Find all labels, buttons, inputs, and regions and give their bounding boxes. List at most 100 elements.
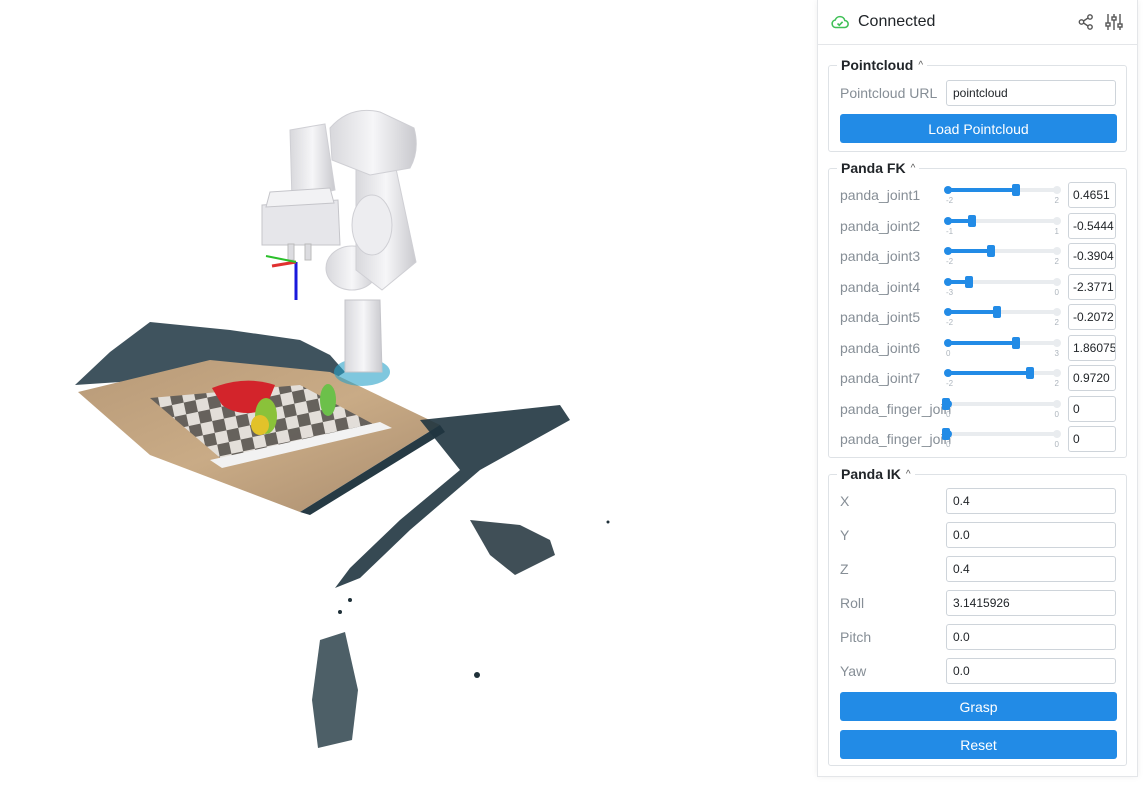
slider-end-dot bbox=[1053, 338, 1061, 347]
slider-start-dot bbox=[944, 338, 952, 347]
slider-min-mark: -2 bbox=[946, 196, 954, 205]
slider-max-mark: 0 bbox=[1054, 409, 1059, 419]
3d-viewport[interactable] bbox=[0, 0, 815, 797]
fk-joint-value-input[interactable]: -0.5444 bbox=[1068, 212, 1116, 239]
slider-fill bbox=[946, 249, 992, 253]
slider-thumb[interactable] bbox=[942, 397, 950, 410]
fk-joint-row: panda_joint6 0 3 1.86075 bbox=[840, 334, 1116, 361]
slider-max-mark: 2 bbox=[1054, 196, 1059, 205]
panda-fk-folder: Panda FK ^ panda_joint1 -2 2 0.4651 panda_jo… bbox=[828, 160, 1127, 458]
ik-roll-label: Roll bbox=[840, 595, 865, 611]
ik-yaw-label: Yaw bbox=[840, 663, 867, 679]
ik-roll-input[interactable]: 3.1415926 bbox=[946, 590, 1116, 616]
fk-joint-row: panda_finger_joint1 0 0 0 bbox=[840, 395, 1116, 422]
pointcloud-scene bbox=[75, 322, 610, 748]
fk-joint-row: panda_joint5 -2 2 -0.2072 bbox=[840, 304, 1116, 330]
fk-joint-label: panda_joint6 bbox=[840, 339, 921, 356]
fk-joint-value-input[interactable]: 0 bbox=[1068, 395, 1116, 422]
slider-end-dot bbox=[1053, 369, 1061, 377]
fk-joint-row: panda_joint7 -2 2 0.9720 bbox=[840, 365, 1116, 391]
pointcloud-folder-toggle[interactable]: Pointcloud ^ bbox=[837, 57, 928, 73]
slider-end-dot bbox=[1053, 186, 1061, 194]
slider-thumb[interactable] bbox=[1011, 184, 1020, 196]
fk-joint-slider[interactable]: 00 bbox=[942, 396, 1061, 422]
fk-joint-label: panda_joint2 bbox=[840, 217, 921, 234]
fk-joint-slider[interactable]: -1 1 bbox=[944, 213, 1061, 239]
fk-joint-value-input[interactable]: -0.2072 bbox=[1068, 304, 1116, 330]
slider-end-dot bbox=[1053, 277, 1061, 286]
panda-fk-folder-toggle[interactable]: Panda FK ^ bbox=[837, 160, 920, 176]
slider-thumb[interactable] bbox=[967, 214, 976, 227]
slider-start-dot bbox=[944, 216, 952, 225]
fk-joint-slider[interactable]: -3 0 bbox=[944, 274, 1061, 300]
slider-min-mark: 0 bbox=[946, 348, 951, 358]
slider-thumb[interactable] bbox=[987, 245, 996, 257]
share-icon[interactable] bbox=[1075, 11, 1097, 33]
ik-field-row: Yaw 0.0 bbox=[840, 658, 1116, 684]
chevron-up-icon: ^ bbox=[905, 468, 911, 480]
fk-joint-label: panda_finger_joint1 bbox=[840, 400, 952, 417]
ik-x-input[interactable]: 0.4 bbox=[946, 488, 1116, 514]
ik-z-input[interactable]: 0.4 bbox=[946, 556, 1116, 582]
slider-start-dot bbox=[944, 369, 952, 377]
slider-end-dot bbox=[1053, 399, 1061, 408]
slider-thumb[interactable] bbox=[965, 275, 974, 288]
panda-ik-folder: Panda IK ^ X 0.4 Y 0.0 Z 0.4 Roll 3.1415… bbox=[828, 466, 1127, 766]
ik-yaw-input[interactable]: 0.0 bbox=[946, 658, 1116, 684]
ik-pitch-input[interactable]: 0.0 bbox=[946, 624, 1116, 650]
fk-joint-value-input[interactable]: 0.4651 bbox=[1068, 182, 1116, 208]
scene-canvas[interactable] bbox=[0, 0, 815, 797]
slider-max-mark: 2 bbox=[1054, 318, 1059, 327]
slider-max-mark: 2 bbox=[1054, 257, 1059, 266]
slider-end-dot bbox=[1053, 430, 1061, 438]
pointcloud-url-input[interactable]: pointcloud bbox=[946, 80, 1116, 106]
fk-joint-slider[interactable]: -2 2 bbox=[944, 304, 1061, 330]
slider-thumb[interactable] bbox=[942, 428, 950, 440]
panda-ik-folder-toggle[interactable]: Panda IK ^ bbox=[837, 466, 915, 482]
fk-joint-value-input[interactable]: -2.3771 bbox=[1068, 273, 1116, 300]
fk-joint-slider[interactable]: -2 2 bbox=[944, 243, 1061, 269]
ik-y-input[interactable]: 0.0 bbox=[946, 522, 1116, 548]
load-pointcloud-button[interactable]: Load Pointcloud bbox=[840, 114, 1117, 143]
fk-joint-slider[interactable]: -2 2 bbox=[944, 182, 1061, 208]
slider-thumb[interactable] bbox=[1012, 336, 1021, 349]
fk-joint-row: panda_joint4 -3 0 -2.3771 bbox=[840, 273, 1116, 300]
axes-gizmo[interactable] bbox=[265, 255, 298, 300]
grasp-button[interactable]: Grasp bbox=[840, 692, 1117, 721]
fk-joint-value-input[interactable]: 0 bbox=[1068, 426, 1116, 452]
robot-arm[interactable] bbox=[261, 109, 417, 373]
fk-joint-label: panda_finger_joint2 bbox=[840, 431, 952, 447]
slider-start-dot bbox=[944, 277, 952, 286]
slider-max-mark: 0 bbox=[1054, 440, 1059, 449]
slider-thumb[interactable] bbox=[992, 306, 1001, 318]
slider-end-dot bbox=[1053, 308, 1061, 316]
ik-field-row: Y 0.0 bbox=[840, 522, 1116, 548]
fk-joint-value-input[interactable]: 1.86075 bbox=[1068, 334, 1116, 361]
chevron-up-icon: ^ bbox=[910, 162, 916, 174]
slider-start-dot bbox=[944, 186, 952, 194]
fk-joint-row: panda_joint1 -2 2 0.4651 bbox=[840, 182, 1116, 208]
cloud-check-icon bbox=[830, 12, 850, 32]
fk-joint-slider[interactable]: 03 bbox=[944, 335, 1061, 361]
sliders-icon[interactable] bbox=[1103, 11, 1125, 33]
fk-joint-value-input[interactable]: 0.9720 bbox=[1068, 365, 1116, 391]
fk-joint-row: panda_finger_joint2 0 0 0 bbox=[840, 426, 1116, 452]
fk-joint-label: panda_joint1 bbox=[840, 187, 921, 203]
slider-start-dot bbox=[944, 247, 952, 255]
fk-joint-value-input[interactable]: -0.3904 bbox=[1068, 243, 1116, 269]
ik-field-row: Roll 3.1415926 bbox=[840, 590, 1116, 616]
ik-field-row: Pitch 0.0 bbox=[840, 624, 1116, 650]
fk-joint-label: panda_joint4 bbox=[840, 278, 921, 295]
slider-max-mark: 1 bbox=[1054, 226, 1059, 236]
slider-max-mark: 3 bbox=[1054, 348, 1059, 358]
slider-fill bbox=[946, 371, 1030, 375]
panda-ik-folder-title: Panda IK bbox=[841, 466, 901, 482]
ik-field-row: Z 0.4 bbox=[840, 556, 1116, 582]
fk-joint-slider[interactable]: -2 2 bbox=[944, 365, 1061, 391]
reset-button[interactable]: Reset bbox=[840, 730, 1117, 759]
fk-joint-label: panda_joint5 bbox=[840, 309, 921, 325]
slider-thumb[interactable] bbox=[1025, 367, 1034, 379]
slider-track bbox=[946, 401, 1059, 406]
slider-max-mark: 0 bbox=[1054, 287, 1059, 297]
fk-joint-slider[interactable]: 00 bbox=[942, 426, 1061, 452]
